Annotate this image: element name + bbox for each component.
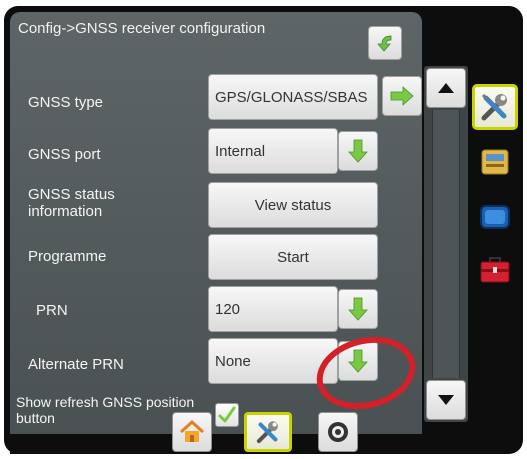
- back-arrow-icon: [377, 35, 392, 52]
- programme-start-button[interactable]: Start: [208, 234, 378, 280]
- gnss-status-label: GNSS status information: [28, 186, 115, 220]
- programme-label: Programme: [28, 248, 107, 265]
- gnss-type-label: GNSS type: [28, 94, 104, 111]
- scroll-down-icon: [438, 395, 454, 405]
- page-title: Config->GNSS receiver configuration: [18, 20, 266, 37]
- home-icon: [179, 419, 205, 442]
- scroll-up-icon: [438, 83, 454, 93]
- alternate-prn-label: Alternate PRN: [28, 356, 124, 373]
- prn-label: PRN: [36, 302, 68, 319]
- console-icon: [481, 149, 509, 175]
- view-status-button[interactable]: View status: [208, 182, 378, 228]
- side-toolbox-button[interactable]: [472, 246, 518, 292]
- down-arrow-icon: [348, 297, 368, 321]
- tab-home[interactable]: [172, 412, 212, 452]
- side-console-button[interactable]: [472, 138, 518, 184]
- check-icon: [218, 406, 236, 423]
- side-screen-button[interactable]: [472, 194, 518, 240]
- bottom-nav-bar: [10, 434, 422, 454]
- gnss-type-field[interactable]: GPS/GLONASS/SBAS: [208, 74, 378, 120]
- screen-icon: [480, 205, 510, 229]
- scroll-down-button[interactable]: [426, 380, 466, 420]
- prn-dropdown-button[interactable]: [338, 289, 378, 329]
- scrollbar[interactable]: [424, 66, 468, 422]
- tools-icon: [481, 93, 507, 121]
- scroll-track[interactable]: [432, 110, 460, 378]
- tools-icon: [256, 421, 278, 444]
- tab-camera[interactable]: [318, 412, 358, 452]
- show-refresh-checkbox[interactable]: [215, 403, 239, 427]
- back-button[interactable]: [368, 26, 402, 60]
- gnss-port-dropdown-button[interactable]: [338, 131, 378, 171]
- toolbox-icon: [480, 257, 510, 283]
- device-frame: Config->GNSS receiver configuration GNSS…: [4, 6, 523, 454]
- side-tools-button[interactable]: [472, 84, 518, 130]
- down-arrow-icon: [348, 139, 368, 163]
- tab-tools[interactable]: [244, 412, 292, 452]
- gnss-port-field[interactable]: Internal: [208, 128, 338, 174]
- gnss-port-label: GNSS port: [28, 146, 101, 163]
- right-arrow-icon: [390, 86, 414, 106]
- gnss-type-next-button[interactable]: [382, 76, 422, 116]
- scroll-up-button[interactable]: [426, 68, 466, 108]
- prn-field[interactable]: 120: [208, 286, 338, 332]
- config-screen: Config->GNSS receiver configuration GNSS…: [10, 12, 422, 434]
- camera-icon: [328, 422, 348, 442]
